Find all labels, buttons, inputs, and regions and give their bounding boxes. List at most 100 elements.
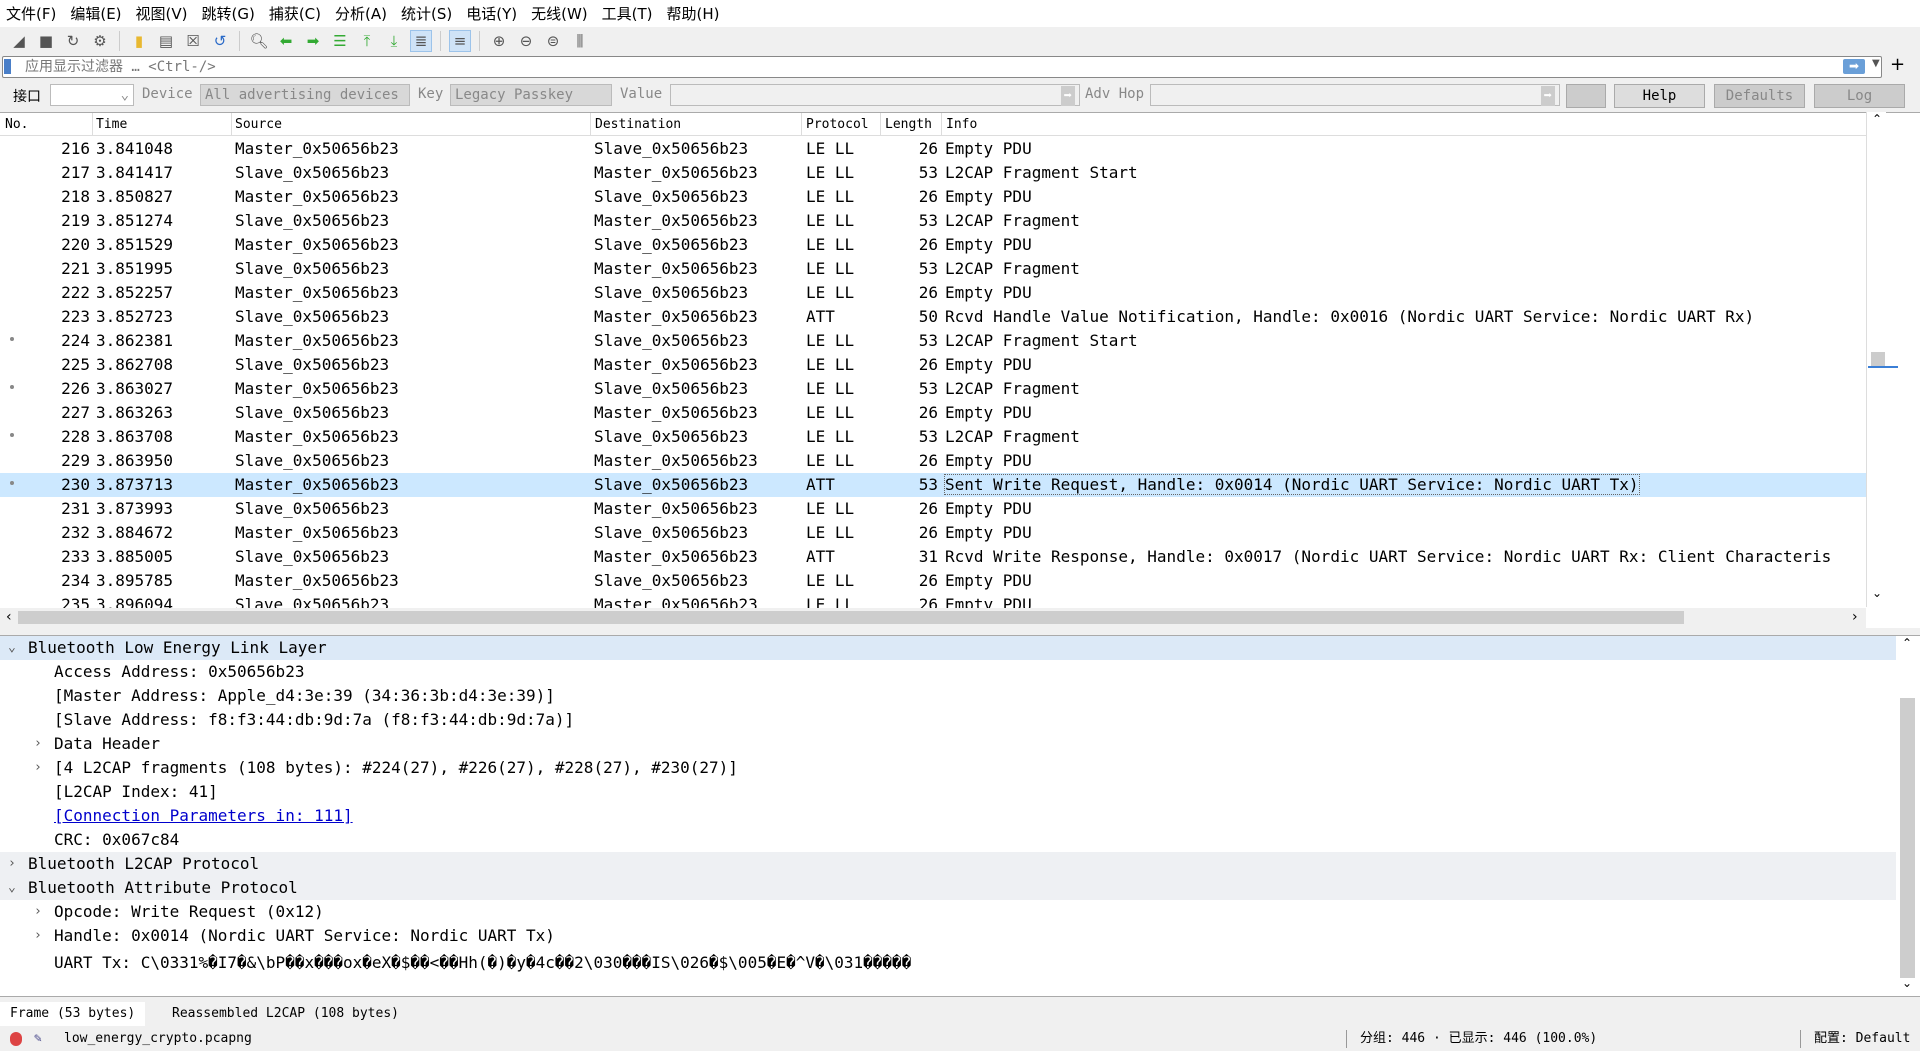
capture-options-icon[interactable]: ⚙ <box>89 30 111 52</box>
detail-tree-item[interactable]: [Master Address: Apple_d4:3e:39 (34:36:3… <box>0 684 1896 708</box>
packet-row[interactable]: 225 3.862708 Slave_0x50656b23 Master_0x5065… <box>0 353 1866 377</box>
packet-row[interactable]: 220 3.851529 Master_0x50656b23 Slave_0x5065… <box>0 233 1866 257</box>
packet-row[interactable]: 227 3.863263 Slave_0x50656b23 Master_0x5065… <box>0 401 1866 425</box>
column-protocol[interactable]: Protocol <box>806 117 869 132</box>
detail-tree-item[interactable]: ⌄ Bluetooth Attribute Protocol <box>0 876 1896 900</box>
chevron-right-icon[interactable]: › <box>34 732 42 756</box>
detail-tree-item[interactable]: › Opcode: Write Request (0x12) <box>0 900 1896 924</box>
colorize-icon[interactable]: ≡ <box>449 30 471 52</box>
go-to-packet-icon[interactable]: ☰ <box>329 30 351 52</box>
go-back-icon[interactable]: ⬅ <box>275 30 297 52</box>
packet-row[interactable]: 216 3.841048 Master_0x50656b23 Slave_0x5065… <box>0 137 1866 161</box>
capture-comment-icon[interactable]: ✎ <box>34 1026 42 1051</box>
detail-tree-item[interactable]: › Handle: 0x0014 (Nordic UART Service: No… <box>0 924 1896 948</box>
adv-hop-input[interactable]: ➡ <box>1150 84 1560 106</box>
resize-columns-icon[interactable]: ⫼ <box>569 30 591 52</box>
column-source[interactable]: Source <box>235 117 282 132</box>
scroll-left-icon[interactable]: ‹ <box>6 609 12 625</box>
adv-hop-apply-icon[interactable]: ➡ <box>1540 86 1555 106</box>
scroll-thumb[interactable] <box>1871 352 1885 366</box>
packet-row[interactable]: 226 3.863027 Master_0x50656b23 Slave_0x5065… <box>0 377 1866 401</box>
packet-list-hscrollbar[interactable]: ‹ › <box>0 608 1866 628</box>
menu-item[interactable]: 电话(Y) <box>466 3 517 24</box>
hscroll-thumb[interactable] <box>18 611 1684 624</box>
expert-info-icon[interactable] <box>10 1032 22 1046</box>
details-vscrollbar[interactable]: ⌃ ⌄ <box>1896 636 1918 996</box>
detail-link[interactable]: [Connection Parameters in: 111] <box>54 804 353 828</box>
zoom-out-icon[interactable]: ⊖ <box>515 30 537 52</box>
column-destination[interactable]: Destination <box>595 117 681 132</box>
defaults-button[interactable]: Defaults <box>1714 84 1805 108</box>
packet-row[interactable]: 231 3.873993 Slave_0x50656b23 Master_0x5065… <box>0 497 1866 521</box>
detail-tree-item[interactable]: [Slave Address: f8:f3:44:db:9d:7a (f8:f3… <box>0 708 1896 732</box>
menu-item[interactable]: 工具(T) <box>602 3 653 24</box>
menu-item[interactable]: 无线(W) <box>531 3 588 24</box>
scroll-up-icon[interactable]: ⌃ <box>1872 112 1882 126</box>
chevron-right-icon[interactable]: › <box>34 924 42 948</box>
scroll-right-icon[interactable]: › <box>1852 609 1858 625</box>
auto-scroll-icon[interactable]: ≣ <box>410 30 432 52</box>
column-length[interactable]: Length <box>885 117 932 132</box>
column-time[interactable]: Time <box>96 117 127 132</box>
zoom-in-icon[interactable]: ⊕ <box>488 30 510 52</box>
go-last-icon[interactable]: ⤓ <box>383 30 405 52</box>
log-button[interactable]: Log <box>1814 84 1905 108</box>
packet-row[interactable]: 230 3.873713 Master_0x50656b23 Slave_0x5065… <box>0 473 1866 497</box>
stop-capture-icon[interactable]: ■ <box>35 30 57 52</box>
go-forward-icon[interactable]: ➡ <box>302 30 324 52</box>
scroll-down-icon[interactable]: ⌄ <box>1902 976 1912 990</box>
add-filter-button-icon[interactable]: + <box>1890 54 1905 75</box>
packet-row[interactable]: 218 3.850827 Master_0x50656b23 Slave_0x5065… <box>0 185 1866 209</box>
scroll-up-icon[interactable]: ⌃ <box>1902 636 1912 650</box>
packet-details-tree[interactable]: ⌄ Bluetooth Low Energy Link Layer Access A… <box>0 635 1920 997</box>
interface-select[interactable]: ⌄ <box>50 84 134 106</box>
scroll-down-icon[interactable]: ⌄ <box>1872 586 1882 600</box>
column-info[interactable]: Info <box>946 117 977 132</box>
reload-file-icon[interactable]: ↺ <box>209 30 231 52</box>
packet-row[interactable]: 223 3.852723 Slave_0x50656b23 Master_0x5065… <box>0 305 1866 329</box>
go-first-icon[interactable]: ⤒ <box>356 30 378 52</box>
packet-list[interactable]: No. Time Source Destination Protocol Len… <box>0 112 1920 628</box>
close-file-icon[interactable]: ☒ <box>182 30 204 52</box>
chevron-right-icon[interactable]: › <box>34 900 42 924</box>
value-input[interactable]: ➡ <box>670 84 1080 106</box>
key-select[interactable]: Legacy Passkey <box>450 84 612 106</box>
chevron-down-icon[interactable]: ⌄ <box>8 636 16 660</box>
menu-item[interactable]: 分析(A) <box>335 3 387 24</box>
save-file-icon[interactable]: ▤ <box>155 30 177 52</box>
apply-filter-arrow-icon[interactable]: ➡ <box>1843 59 1865 74</box>
menu-item[interactable]: 文件(F) <box>6 3 56 24</box>
menu-item[interactable]: 跳转(G) <box>202 3 255 24</box>
column-no[interactable]: No. <box>5 117 28 132</box>
menu-item[interactable]: 捕获(C) <box>269 3 321 24</box>
device-select[interactable]: All advertising devices <box>200 84 410 106</box>
detail-tree-item[interactable]: ⌄ Bluetooth Low Energy Link Layer <box>0 636 1896 660</box>
scroll-thumb[interactable] <box>1900 698 1915 978</box>
chevron-right-icon[interactable]: › <box>34 756 42 780</box>
tab-reassembled-l2cap[interactable]: Reassembled L2CAP (108 bytes) <box>162 1002 409 1026</box>
detail-tree-item[interactable]: [Connection Parameters in: 111] <box>0 804 1896 828</box>
menu-item[interactable]: 编辑(E) <box>70 3 121 24</box>
open-file-icon[interactable]: ▮ <box>128 30 150 52</box>
packet-row[interactable]: 222 3.852257 Master_0x50656b23 Slave_0x5065… <box>0 281 1866 305</box>
detail-tree-item[interactable]: UART Tx: C\0331%�I7�&\bP��x���ox�eX�$��<… <box>0 951 1896 975</box>
filter-dropdown-icon[interactable]: ▼ <box>1872 58 1880 69</box>
packet-list-vscrollbar[interactable]: ⌃ ⌄ <box>1866 112 1886 607</box>
profile-label[interactable]: 配置: Default <box>1814 1026 1910 1051</box>
detail-tree-item[interactable]: Access Address: 0x50656b23 <box>0 660 1896 684</box>
packet-row[interactable]: 219 3.851274 Slave_0x50656b23 Master_0x5065… <box>0 209 1866 233</box>
blank-button[interactable] <box>1566 84 1606 108</box>
packet-row[interactable]: 217 3.841417 Slave_0x50656b23 Master_0x5065… <box>0 161 1866 185</box>
packet-row[interactable]: 229 3.863950 Slave_0x50656b23 Master_0x5065… <box>0 449 1866 473</box>
menu-item[interactable]: 统计(S) <box>401 3 452 24</box>
bookmark-icon[interactable] <box>4 59 11 74</box>
packet-row[interactable]: 232 3.884672 Master_0x50656b23 Slave_0x5065… <box>0 521 1866 545</box>
menu-item[interactable]: 视图(V) <box>136 3 188 24</box>
detail-tree-item[interactable]: › Bluetooth L2CAP Protocol <box>0 852 1896 876</box>
chevron-down-icon[interactable]: ⌄ <box>8 876 16 900</box>
start-capture-icon[interactable]: ◢ <box>8 30 30 52</box>
restart-capture-icon[interactable]: ↻ <box>62 30 84 52</box>
detail-tree-item[interactable]: › Data Header <box>0 732 1896 756</box>
tab-frame[interactable]: Frame (53 bytes) <box>0 1002 146 1026</box>
packet-row[interactable]: 221 3.851995 Slave_0x50656b23 Master_0x5065… <box>0 257 1866 281</box>
